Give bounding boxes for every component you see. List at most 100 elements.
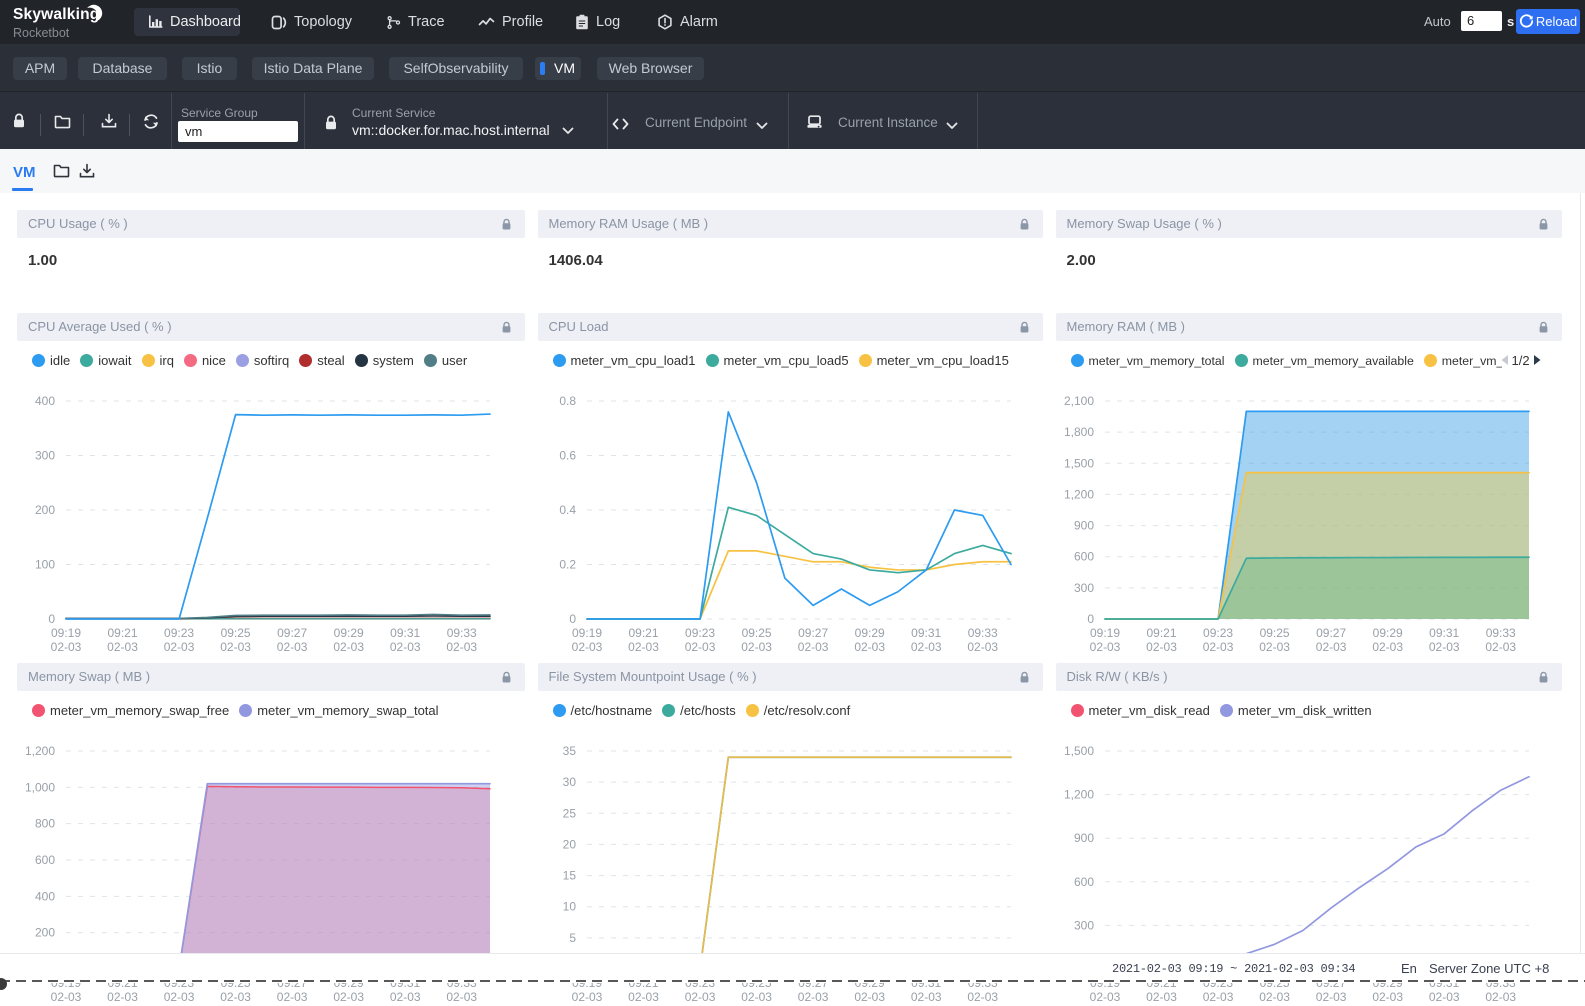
svg-text:02-03: 02-03	[1089, 990, 1120, 1004]
svg-text:09:33: 09:33	[967, 626, 997, 640]
svg-text:09:25: 09:25	[1259, 626, 1289, 640]
svg-text:02-03: 02-03	[220, 990, 251, 1004]
svg-text:02-03: 02-03	[967, 640, 998, 654]
svg-text:02-03: 02-03	[628, 640, 659, 654]
svg-text:02-03: 02-03	[1428, 990, 1459, 1004]
svg-text:100: 100	[35, 558, 55, 572]
svg-text:300: 300	[1073, 581, 1093, 595]
svg-text:02-03: 02-03	[684, 990, 715, 1004]
svg-text:09:19: 09:19	[51, 626, 81, 640]
svg-text:2,100: 2,100	[1063, 394, 1093, 408]
svg-text:30: 30	[562, 775, 576, 789]
svg-text:02-03: 02-03	[51, 640, 82, 654]
svg-text:02-03: 02-03	[1089, 640, 1120, 654]
svg-text:1,000: 1,000	[25, 780, 55, 794]
svg-text:02-03: 02-03	[910, 640, 941, 654]
svg-text:09:19: 09:19	[1089, 626, 1119, 640]
svg-text:09:29: 09:29	[334, 626, 364, 640]
svg-text:900: 900	[1073, 519, 1093, 533]
svg-text:02-03: 02-03	[277, 640, 308, 654]
svg-text:09:23: 09:23	[164, 626, 194, 640]
svg-text:1,500: 1,500	[1063, 744, 1093, 758]
svg-text:1,800: 1,800	[1063, 425, 1093, 439]
svg-text:600: 600	[1073, 550, 1093, 564]
svg-text:02-03: 02-03	[854, 640, 885, 654]
svg-text:09:31: 09:31	[1429, 626, 1459, 640]
svg-text:15: 15	[562, 869, 576, 883]
svg-text:400: 400	[35, 889, 55, 903]
svg-text:25: 25	[562, 806, 576, 820]
svg-text:5: 5	[569, 931, 576, 945]
svg-text:02-03: 02-03	[797, 640, 828, 654]
svg-text:09:21: 09:21	[628, 626, 658, 640]
svg-text:0.6: 0.6	[559, 449, 576, 463]
svg-text:02-03: 02-03	[390, 640, 421, 654]
svg-text:02-03: 02-03	[741, 640, 772, 654]
svg-text:09:25: 09:25	[221, 626, 251, 640]
svg-text:1,200: 1,200	[1063, 487, 1093, 501]
svg-text:900: 900	[1073, 831, 1093, 845]
svg-text:02-03: 02-03	[1202, 640, 1233, 654]
svg-text:02-03: 02-03	[446, 990, 477, 1004]
svg-text:02-03: 02-03	[1428, 640, 1459, 654]
svg-text:02-03: 02-03	[741, 990, 772, 1004]
svg-text:0: 0	[48, 612, 55, 626]
svg-text:02-03: 02-03	[277, 990, 308, 1004]
svg-text:200: 200	[35, 503, 55, 517]
svg-text:09:33: 09:33	[1485, 626, 1515, 640]
svg-text:600: 600	[35, 853, 55, 867]
svg-text:09:29: 09:29	[854, 626, 884, 640]
svg-text:0: 0	[1087, 612, 1094, 626]
svg-text:35: 35	[562, 744, 576, 758]
svg-text:09:27: 09:27	[1316, 626, 1346, 640]
svg-text:0.8: 0.8	[559, 394, 576, 408]
svg-text:09:27: 09:27	[277, 626, 307, 640]
svg-text:200: 200	[35, 926, 55, 940]
svg-text:02-03: 02-03	[1202, 990, 1233, 1004]
svg-text:09:23: 09:23	[685, 626, 715, 640]
svg-text:02-03: 02-03	[967, 990, 998, 1004]
svg-text:400: 400	[35, 394, 55, 408]
svg-text:02-03: 02-03	[51, 990, 82, 1004]
svg-text:02-03: 02-03	[1315, 640, 1346, 654]
svg-text:02-03: 02-03	[390, 990, 421, 1004]
svg-text:09:25: 09:25	[741, 626, 771, 640]
svg-text:1,500: 1,500	[1063, 456, 1093, 470]
svg-text:09:29: 09:29	[1372, 626, 1402, 640]
svg-text:02-03: 02-03	[333, 640, 364, 654]
svg-text:02-03: 02-03	[628, 990, 659, 1004]
svg-text:0.4: 0.4	[559, 503, 576, 517]
svg-text:02-03: 02-03	[1146, 990, 1177, 1004]
svg-text:02-03: 02-03	[1259, 640, 1290, 654]
svg-text:09:19: 09:19	[571, 626, 601, 640]
svg-text:02-03: 02-03	[1372, 640, 1403, 654]
svg-text:09:23: 09:23	[1203, 626, 1233, 640]
svg-text:02-03: 02-03	[854, 990, 885, 1004]
svg-text:02-03: 02-03	[1485, 640, 1516, 654]
svg-text:09:33: 09:33	[447, 626, 477, 640]
svg-text:02-03: 02-03	[220, 640, 251, 654]
svg-text:0.2: 0.2	[559, 558, 576, 572]
svg-text:300: 300	[1073, 918, 1093, 932]
svg-text:02-03: 02-03	[107, 990, 138, 1004]
svg-text:02-03: 02-03	[1315, 990, 1346, 1004]
svg-text:02-03: 02-03	[571, 990, 602, 1004]
svg-text:10: 10	[562, 900, 576, 914]
svg-text:600: 600	[1073, 875, 1093, 889]
svg-text:02-03: 02-03	[571, 640, 602, 654]
svg-text:02-03: 02-03	[797, 990, 828, 1004]
svg-text:02-03: 02-03	[107, 640, 138, 654]
svg-text:09:31: 09:31	[911, 626, 941, 640]
svg-text:1,200: 1,200	[1063, 788, 1093, 802]
svg-text:800: 800	[35, 817, 55, 831]
svg-text:02-03: 02-03	[684, 640, 715, 654]
svg-text:02-03: 02-03	[1372, 990, 1403, 1004]
svg-text:02-03: 02-03	[1146, 640, 1177, 654]
svg-text:09:31: 09:31	[390, 626, 420, 640]
svg-text:02-03: 02-03	[333, 990, 364, 1004]
svg-text:09:27: 09:27	[798, 626, 828, 640]
svg-text:20: 20	[562, 837, 576, 851]
svg-text:02-03: 02-03	[1485, 990, 1516, 1004]
svg-text:02-03: 02-03	[1259, 990, 1290, 1004]
svg-text:0: 0	[569, 612, 576, 626]
